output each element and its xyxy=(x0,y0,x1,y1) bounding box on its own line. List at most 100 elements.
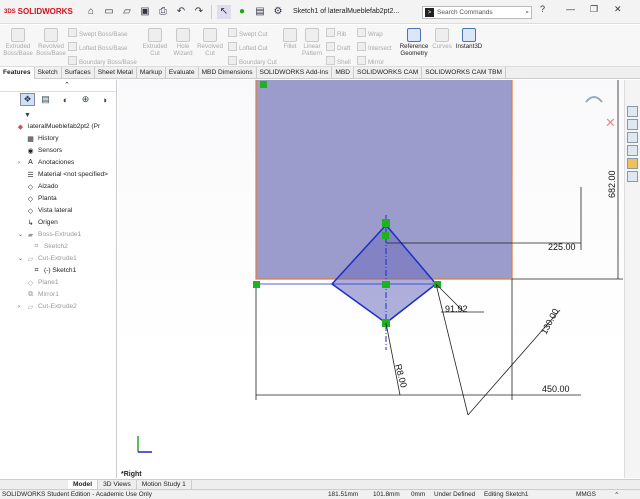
exit-sketch-icon[interactable] xyxy=(585,96,603,103)
mirror-button[interactable]: Mirror xyxy=(357,56,384,66)
file-explorer-icon[interactable] xyxy=(627,132,638,143)
extruded-boss-button[interactable]: Extruded Boss/Base xyxy=(3,28,33,58)
options-gear-icon[interactable]: ⚙ xyxy=(271,5,285,19)
minimize-icon[interactable]: — xyxy=(566,4,575,14)
tree-item-origin[interactable]: ↳ Origen xyxy=(18,218,58,227)
search-commands-box[interactable]: > Search Commands ⌕ xyxy=(422,6,532,19)
custom-properties-icon[interactable] xyxy=(627,171,638,182)
appearances-icon[interactable] xyxy=(627,158,638,169)
revolved-boss-button[interactable]: Revolved Boss/Base xyxy=(36,28,66,58)
tree-item-history[interactable]: ▦ History xyxy=(18,134,58,143)
save-icon[interactable]: ▣ xyxy=(138,5,152,19)
open-folder-icon[interactable]: ▱ xyxy=(120,5,134,19)
units-system[interactable]: MMGS xyxy=(576,491,596,498)
close-icon[interactable]: ✕ xyxy=(614,4,622,15)
tree-item-sketch1[interactable]: ⌗ (-) Sketch1 xyxy=(32,266,77,275)
dimension-r8[interactable]: R8.00 xyxy=(393,363,409,389)
tab-markup[interactable]: Markup xyxy=(137,67,166,79)
dimension-682[interactable]: 682.00 xyxy=(607,170,617,198)
expand-arrow-icon[interactable]: › xyxy=(18,304,26,310)
swept-cut-button[interactable]: Swept Cut xyxy=(228,28,268,38)
tab-addins[interactable]: SOLIDWORKS Add-Ins xyxy=(257,67,333,79)
extruded-cut-button[interactable]: Extruded Cut xyxy=(140,28,170,58)
tab-mbd-dimensions[interactable]: MBD Dimensions xyxy=(199,67,257,79)
tree-item-annotations[interactable]: › A Anotaciones xyxy=(18,158,74,167)
tab-sketch[interactable]: Sketch xyxy=(35,67,62,79)
revolved-cut-button[interactable]: Revolved Cut xyxy=(196,28,224,58)
display-manager-icon[interactable]: ◑ xyxy=(97,93,112,106)
tree-item-vista-lateral[interactable]: ◇ Vista lateral xyxy=(18,206,73,215)
feature-tree-icon[interactable]: ❖ xyxy=(20,93,35,106)
graphics-area[interactable]: ⌕ ⌕ ↺ ▨ ▢ ❒ ◈ ◉ ◆ ◎ ▭ xyxy=(118,80,624,478)
redo-icon[interactable]: ↷ xyxy=(192,5,206,19)
tree-item-alzado[interactable]: ◇ Alzado xyxy=(18,182,58,191)
tree-item-planta[interactable]: ◇ Planta xyxy=(18,194,57,203)
hole-wizard-button[interactable]: Hole Wizard xyxy=(170,28,196,58)
property-manager-icon[interactable]: ▤ xyxy=(38,93,53,106)
rib-button[interactable]: Rib xyxy=(326,28,346,38)
sketch-canvas[interactable]: 225.00 682.00 91.92 130.00 R8.00 450.00 … xyxy=(118,80,624,478)
expand-arrow-icon[interactable]: ⌄ xyxy=(18,255,26,262)
tree-item-sketch2[interactable]: ⌗ Sketch2 xyxy=(32,242,68,251)
undo-icon[interactable]: ↶ xyxy=(174,5,188,19)
rebuild-icon[interactable]: ● xyxy=(235,5,249,19)
cancel-sketch-icon[interactable]: ✕ xyxy=(605,115,616,130)
boundary-boss-button[interactable]: Boundary Boss/Base xyxy=(68,56,137,66)
collapse-panel-icon[interactable]: ⌃ xyxy=(64,81,70,89)
sketch-icon: ⌗ xyxy=(34,242,39,250)
tree-item-label: Material <not specified> xyxy=(38,171,109,178)
boundary-cut-button[interactable]: Boundary Cut xyxy=(228,56,277,66)
hole-wizard-icon xyxy=(176,28,190,42)
search-icon[interactable]: ⌕ xyxy=(525,9,529,17)
tab-mbd[interactable]: MBD xyxy=(332,67,355,79)
tree-item-mirror1[interactable]: ⧉ Mirror1 xyxy=(18,290,59,299)
wrap-button[interactable]: Wrap xyxy=(357,28,383,38)
home-icon[interactable]: ⌂ xyxy=(84,5,98,19)
draft-button[interactable]: Draft xyxy=(326,42,350,52)
reference-geometry-button[interactable]: Reference Geometry xyxy=(398,28,430,58)
tree-item-sensors[interactable]: ◉ Sensors xyxy=(18,146,62,155)
resources-icon[interactable] xyxy=(627,106,638,117)
units-arrow-icon[interactable]: ⌃ xyxy=(614,491,619,499)
curves-button[interactable]: Curves xyxy=(431,28,453,50)
solidworks-logo[interactable]: 3DS SOLIDWORKS xyxy=(0,7,82,16)
tab-cam[interactable]: SOLIDWORKS CAM xyxy=(354,67,423,79)
intersect-button[interactable]: Intersect xyxy=(357,42,392,52)
tree-item-material[interactable]: ☰ Material <not specified> xyxy=(18,170,108,179)
tree-item-cut-extrude2[interactable]: › ▱ Cut-Extrude2 xyxy=(18,302,77,311)
fillet-button[interactable]: Fillet xyxy=(279,28,301,50)
tab-sheet-metal[interactable]: Sheet Metal xyxy=(95,67,137,79)
help-icon[interactable]: ? xyxy=(540,4,545,14)
design-library-icon[interactable] xyxy=(627,119,638,130)
new-document-icon[interactable]: ▭ xyxy=(102,5,116,19)
tab-cam-tbm[interactable]: SOLIDWORKS CAM TBM xyxy=(422,67,507,79)
lofted-cut-button[interactable]: Lofted Cut xyxy=(228,42,268,52)
select-arrow-icon[interactable]: ↖ xyxy=(217,4,231,19)
search-input[interactable]: Search Commands xyxy=(437,9,493,16)
configuration-manager-icon[interactable]: ◐ xyxy=(58,93,73,106)
filter-icon[interactable]: ▼ xyxy=(20,109,35,122)
shell-button[interactable]: Shell xyxy=(326,56,351,66)
view-palette-icon[interactable] xyxy=(627,145,638,156)
tab-evaluate[interactable]: Evaluate xyxy=(166,67,199,79)
linear-pattern-button[interactable]: Linear Pattern xyxy=(300,28,324,58)
dimension-91-92[interactable]: 91.92 xyxy=(445,304,468,314)
tree-item-cut-extrude1[interactable]: ⌄ ▱ Cut-Extrude1 xyxy=(18,254,77,263)
expand-arrow-icon[interactable]: › xyxy=(18,160,26,166)
lofted-boss-button[interactable]: Lofted Boss/Base xyxy=(68,42,128,52)
tree-item-plane1[interactable]: ◇ Plane1 xyxy=(18,278,59,287)
file-properties-icon[interactable]: ▤ xyxy=(253,5,267,19)
dimension-450[interactable]: 450.00 xyxy=(542,384,570,394)
dimension-225[interactable]: 225.00 xyxy=(548,242,576,252)
tab-surfaces[interactable]: Surfaces xyxy=(62,67,95,79)
restore-icon[interactable]: ❐ xyxy=(590,4,598,15)
instant3d-button[interactable]: Instant3D xyxy=(454,28,484,50)
expand-arrow-icon[interactable]: ⌄ xyxy=(18,231,26,238)
print-icon[interactable]: ⎙ xyxy=(156,5,170,19)
swept-boss-button[interactable]: Swept Boss/Base xyxy=(68,28,128,38)
tree-item-boss-extrude1[interactable]: ⌄ ▰ Boss-Extrude1 xyxy=(18,230,81,239)
tab-features[interactable]: Features xyxy=(0,67,35,79)
tree-root[interactable]: ◆ lateralMueblefab2pt2 (Pr xyxy=(16,122,100,131)
dimension-130[interactable]: 130.00 xyxy=(539,307,561,336)
dimxpert-icon[interactable]: ⊕ xyxy=(78,93,93,106)
